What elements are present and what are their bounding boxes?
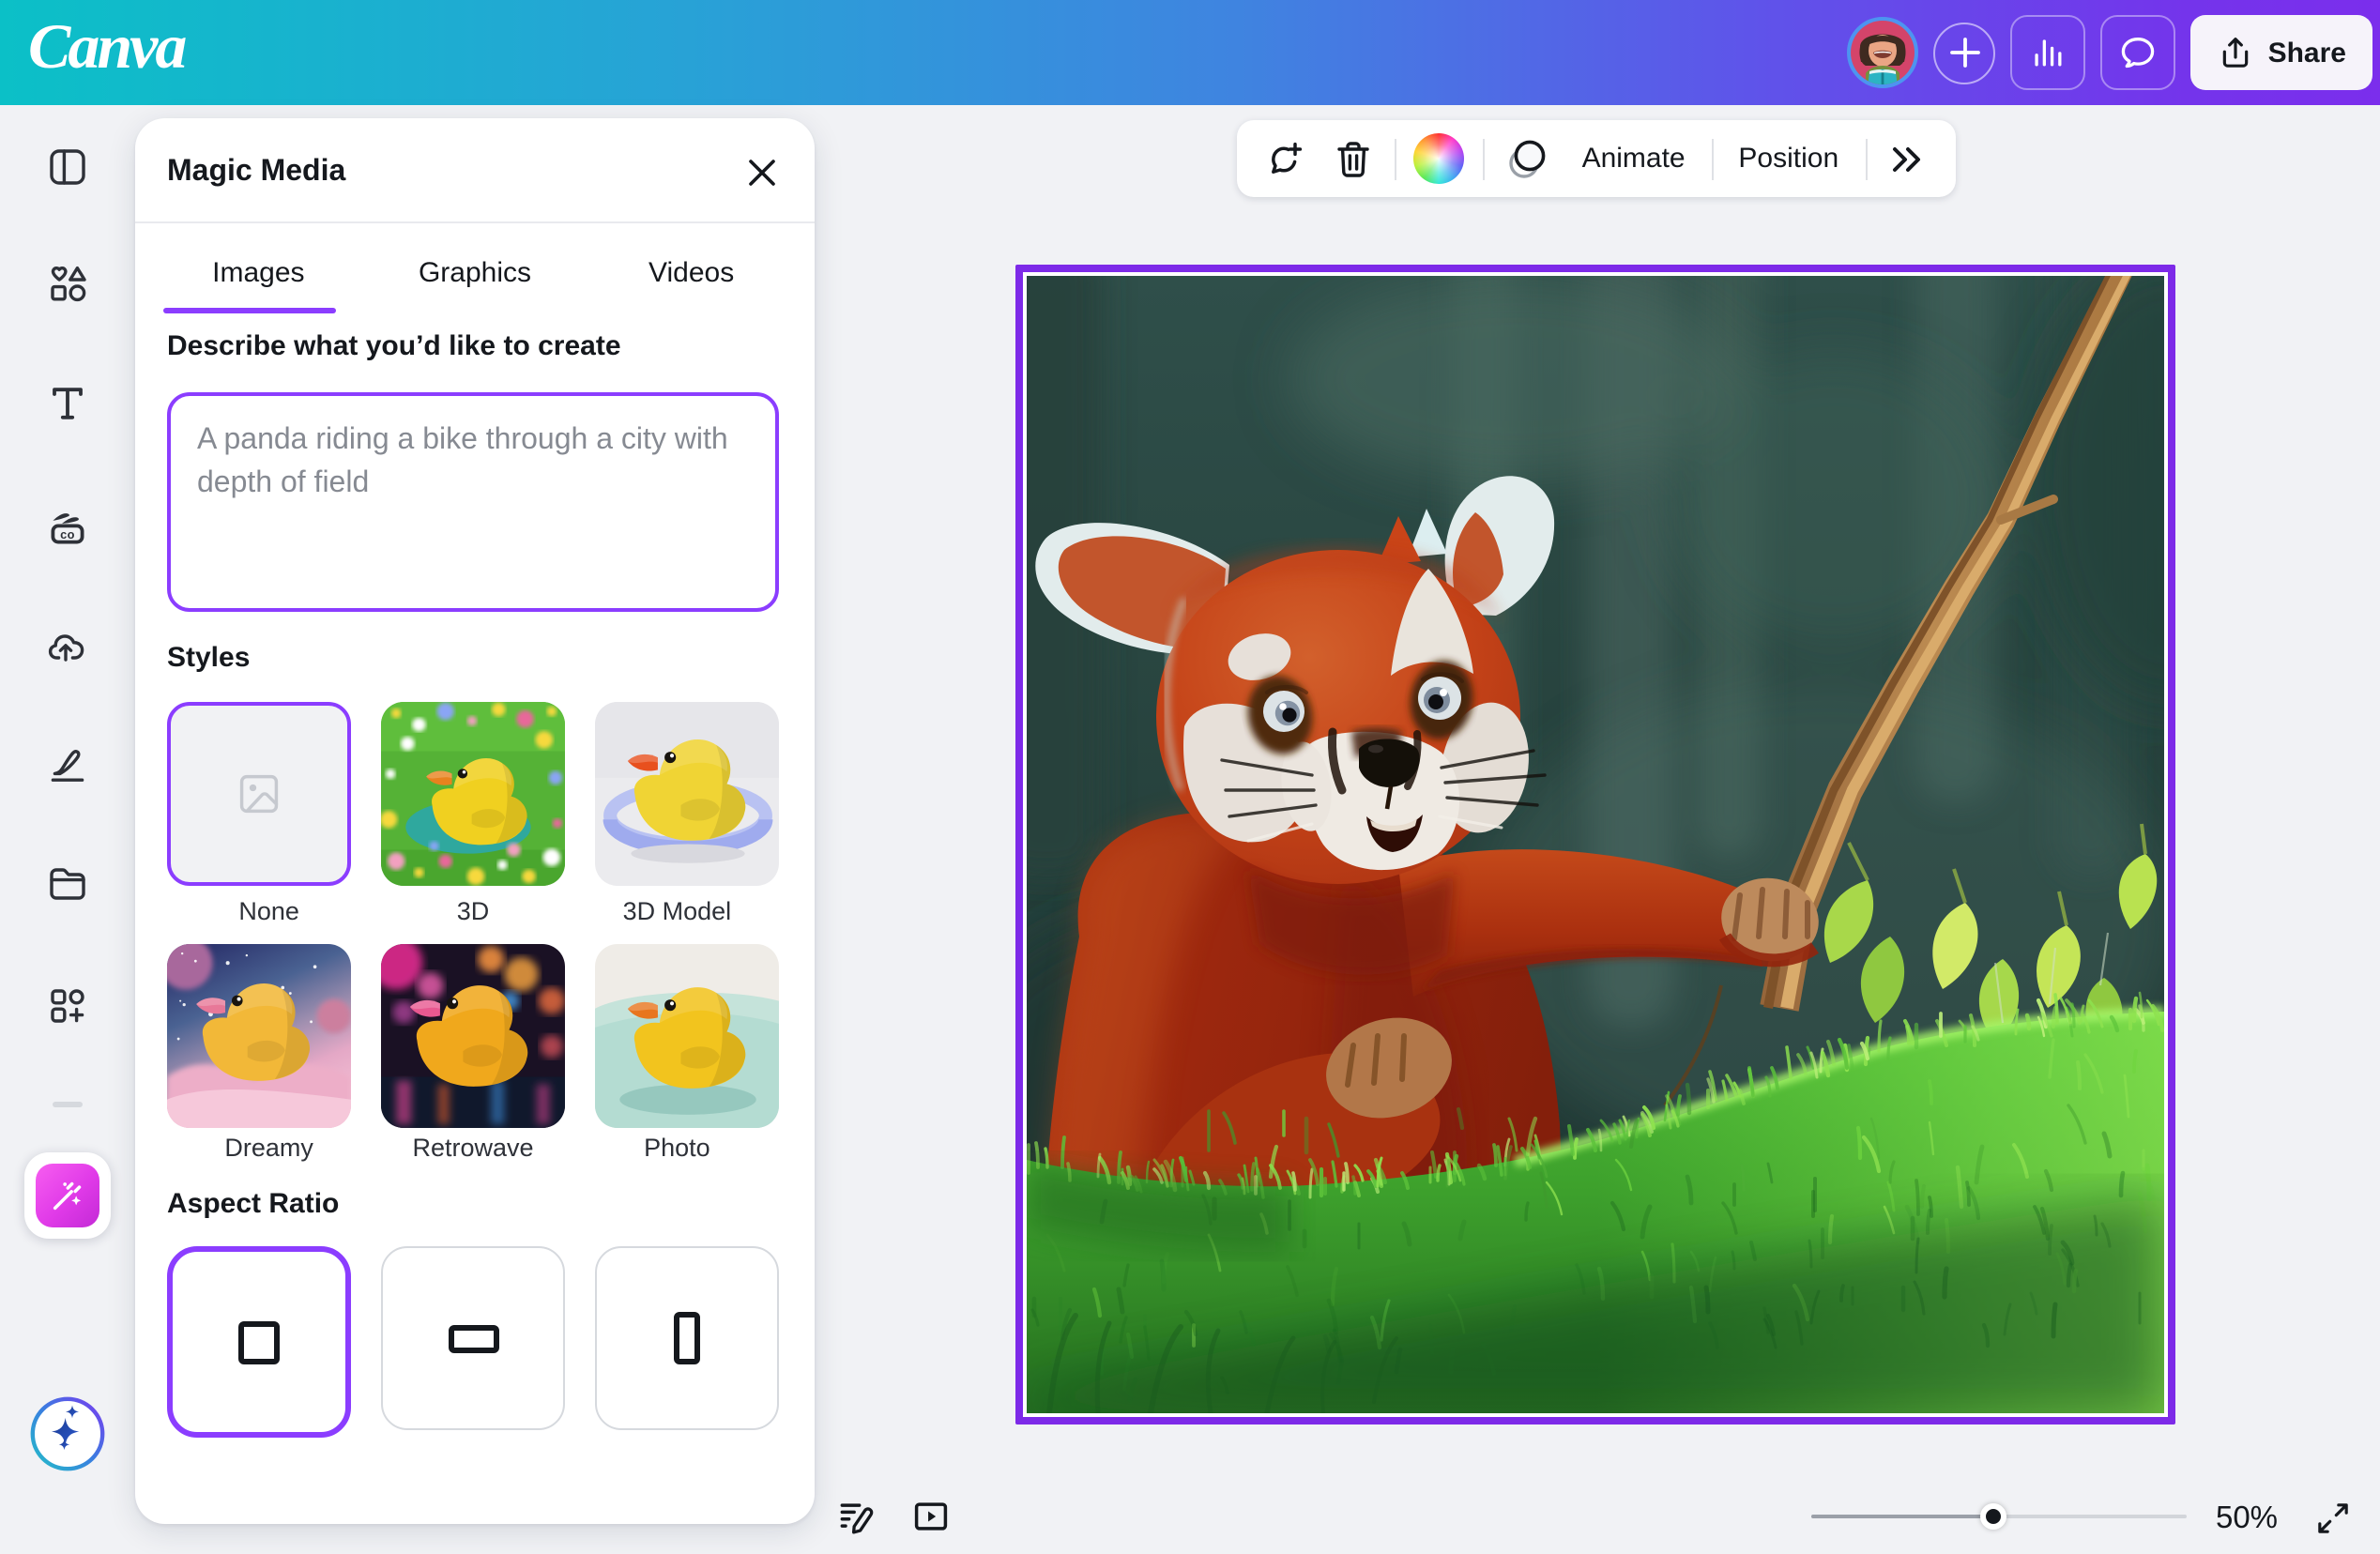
svg-text:co: co	[60, 527, 75, 541]
